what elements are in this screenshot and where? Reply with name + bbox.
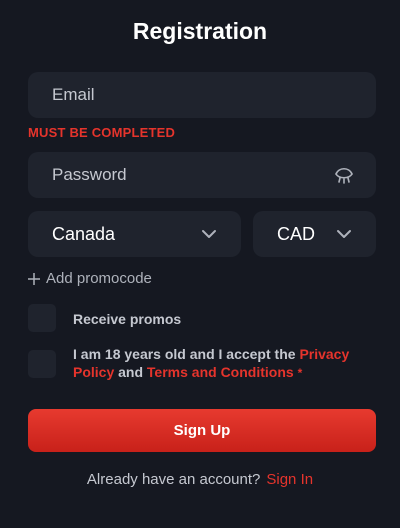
signin-prompt: Already have an account? Sign In <box>0 471 400 488</box>
accept-terms-checkbox[interactable] <box>28 350 56 378</box>
receive-promos-checkbox[interactable] <box>28 304 56 332</box>
password-field-container[interactable] <box>28 152 376 198</box>
add-promocode-link[interactable]: Add promocode <box>28 270 152 287</box>
have-account-text: Already have an account? <box>86 471 261 488</box>
country-select[interactable]: Canada <box>28 211 241 257</box>
terms-and-text: and <box>118 364 144 380</box>
email-field-container[interactable] <box>28 72 376 118</box>
chevron-down-icon <box>202 230 216 238</box>
terms-prefix-text: I am 18 years old and I accept the <box>73 346 296 362</box>
email-input[interactable] <box>52 85 352 105</box>
required-mark: * <box>297 366 303 380</box>
eye-icon[interactable] <box>334 166 354 184</box>
chevron-down-icon <box>337 230 351 238</box>
add-promocode-label: Add promocode <box>46 270 152 287</box>
registration-title: Registration <box>132 18 268 44</box>
sign-up-button[interactable]: Sign Up <box>28 409 376 452</box>
currency-value: CAD <box>277 223 316 244</box>
country-value: Canada <box>52 223 116 244</box>
sign-in-link[interactable]: Sign In <box>266 471 313 488</box>
email-error-message: MUST BE COMPLETED <box>28 125 176 140</box>
plus-icon <box>28 272 40 285</box>
receive-promos-label: Receive promos <box>73 311 182 327</box>
currency-select[interactable]: CAD <box>253 211 376 257</box>
accept-terms-label: I am 18 years old and I accept the Priva… <box>73 345 363 382</box>
terms-conditions-link[interactable]: Terms and Conditions <box>147 364 294 380</box>
password-input[interactable] <box>52 165 352 185</box>
